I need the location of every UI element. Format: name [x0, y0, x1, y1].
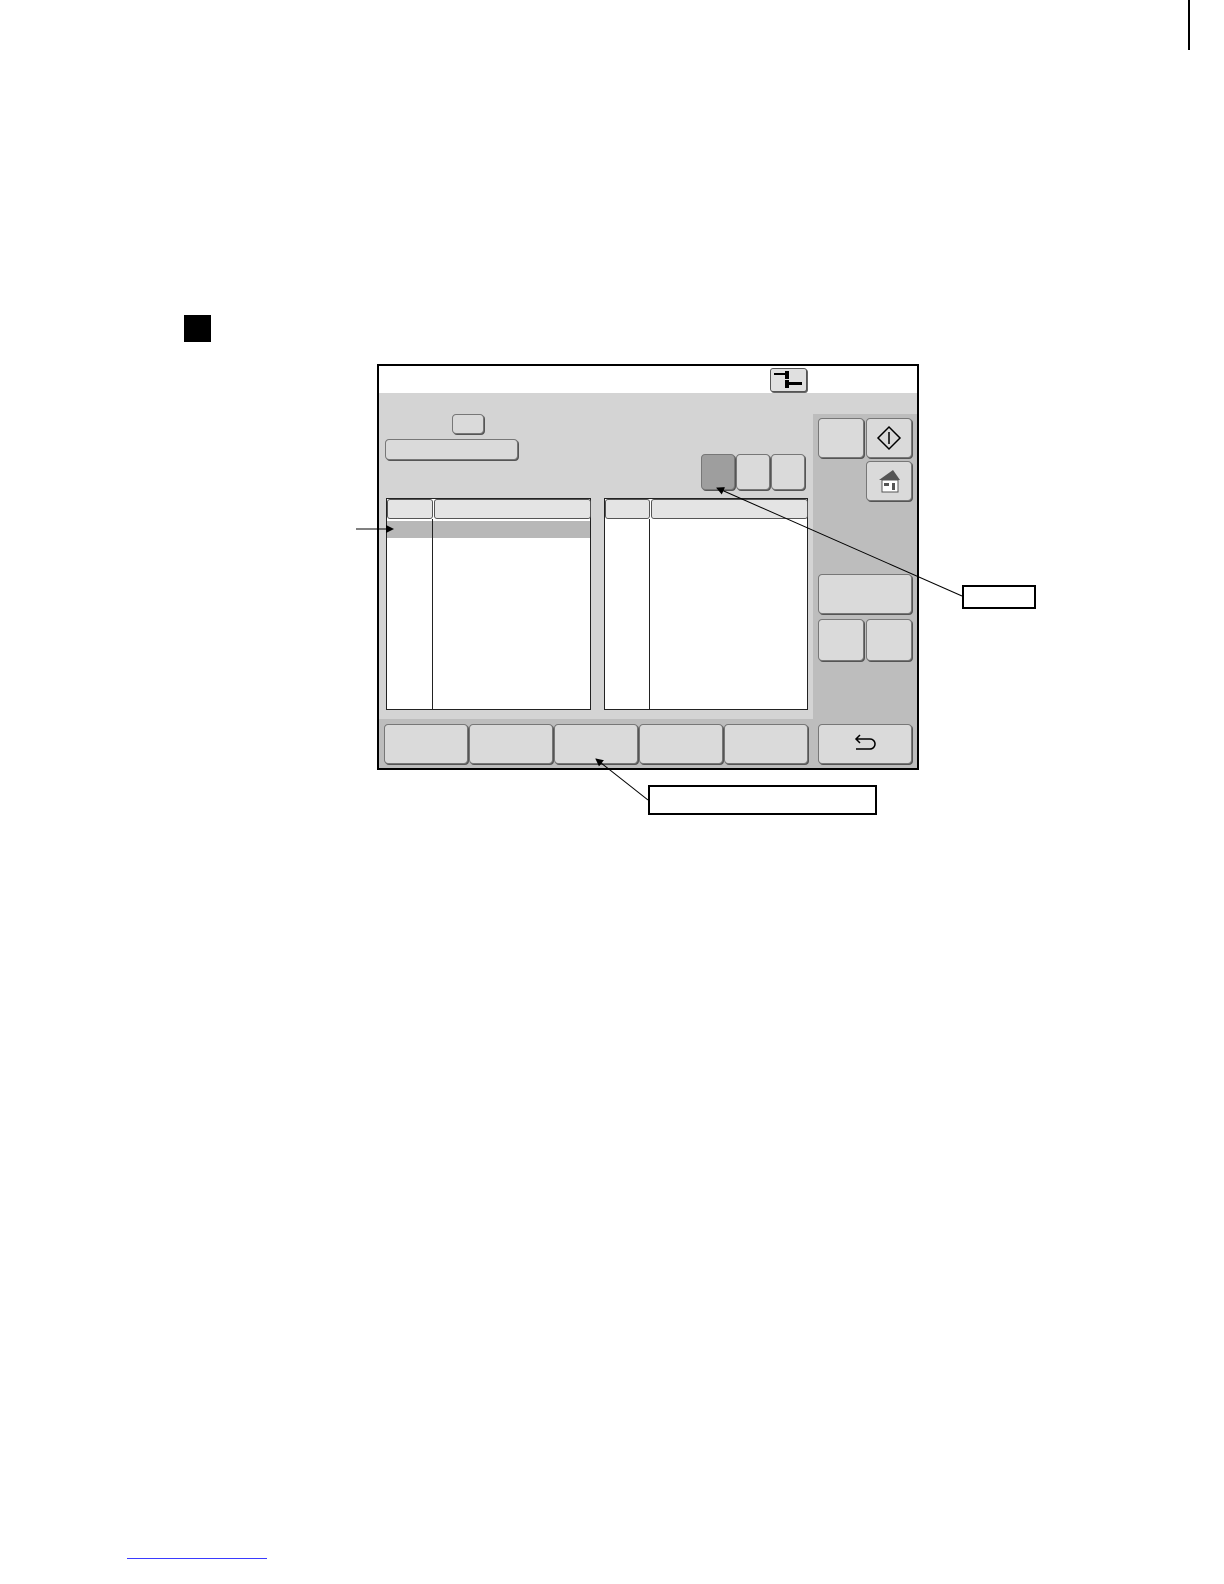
- footer-rule: [127, 1558, 267, 1559]
- left-list-column-divider: [432, 519, 433, 709]
- margin-rule: [1188, 0, 1190, 50]
- function-button-3[interactable]: [554, 724, 638, 764]
- side-top-left-button[interactable]: [818, 418, 864, 458]
- home-icon: [879, 470, 900, 493]
- mode-button-2[interactable]: [736, 454, 770, 490]
- start-button[interactable]: [866, 418, 912, 458]
- function-button-4[interactable]: [639, 724, 723, 764]
- right-list-header-col1[interactable]: [605, 499, 650, 519]
- right-list[interactable]: [604, 498, 808, 710]
- top-wide-button[interactable]: [385, 439, 518, 460]
- function-button-5[interactable]: [724, 724, 808, 764]
- right-list-column-divider: [649, 519, 650, 709]
- back-button[interactable]: [818, 724, 912, 764]
- function-button-1[interactable]: [384, 724, 468, 764]
- left-list[interactable]: [386, 498, 591, 710]
- connection-icon: [774, 371, 802, 388]
- return-arrow-icon: [854, 734, 876, 750]
- side-wide-button[interactable]: [818, 574, 912, 614]
- callout-box-bottom: [648, 785, 877, 815]
- connection-button[interactable]: [770, 368, 807, 392]
- mode-button-3[interactable]: [771, 454, 805, 490]
- side-small-right-button[interactable]: [866, 619, 912, 661]
- device-screen: [377, 364, 919, 770]
- callout-box-right: [962, 585, 1036, 609]
- screen-title-bar: [379, 366, 917, 393]
- right-list-header-col2[interactable]: [651, 499, 808, 519]
- top-small-button[interactable]: [452, 414, 484, 434]
- left-list-header-col1[interactable]: [387, 499, 433, 519]
- left-list-header-col2[interactable]: [434, 499, 591, 519]
- function-button-2[interactable]: [469, 724, 553, 764]
- step-marker: [184, 315, 211, 342]
- start-diamond-icon: [876, 425, 902, 451]
- side-small-left-button[interactable]: [818, 619, 864, 661]
- side-panel: [813, 414, 917, 720]
- callout-leader-lines: [356, 487, 963, 801]
- home-button[interactable]: [866, 461, 912, 501]
- selected-row[interactable]: [387, 521, 590, 538]
- mode-button-1[interactable]: [701, 454, 735, 490]
